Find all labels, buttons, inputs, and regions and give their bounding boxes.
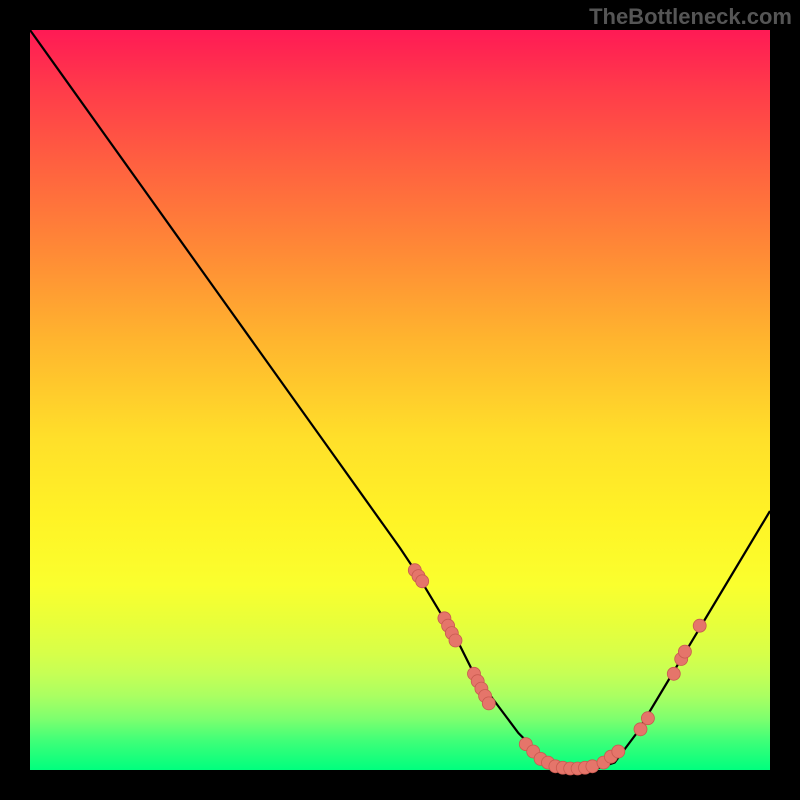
data-markers (408, 564, 706, 775)
watermark-text: TheBottleneck.com (589, 4, 792, 30)
data-marker (641, 712, 654, 725)
data-marker (612, 745, 625, 758)
data-marker (449, 634, 462, 647)
data-marker (678, 645, 691, 658)
chart-svg (30, 30, 770, 770)
data-marker (634, 723, 647, 736)
data-marker (693, 619, 706, 632)
plot-area (30, 30, 770, 770)
chart-container: TheBottleneck.com (0, 0, 800, 800)
data-marker (667, 667, 680, 680)
bottleneck-curve (30, 30, 770, 770)
data-marker (416, 575, 429, 588)
data-marker (482, 697, 495, 710)
